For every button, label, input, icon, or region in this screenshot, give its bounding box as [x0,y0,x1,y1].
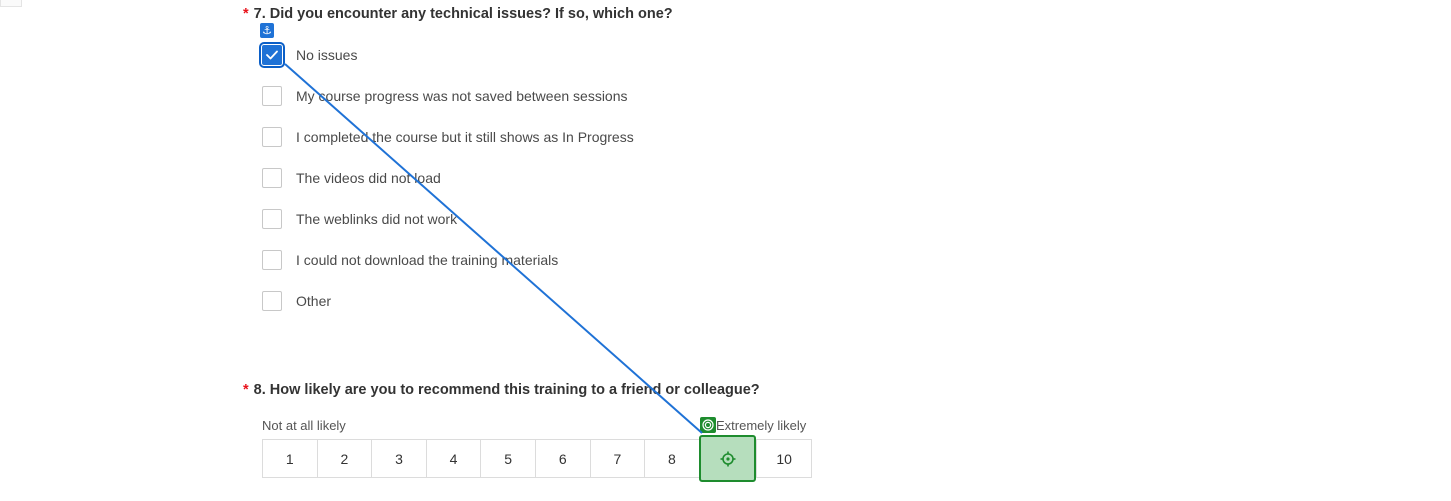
option-label: The videos did not load [296,170,441,186]
checkbox[interactable] [262,86,282,106]
option-label: No issues [296,47,358,63]
option-weblinks-not-work[interactable]: The weblinks did not work [262,208,457,230]
target-icon [700,417,716,433]
scale-option-6[interactable]: 6 [534,439,590,478]
required-mark: * [243,6,249,22]
corner-frame [0,0,22,7]
option-label: The weblinks did not work [296,211,458,227]
scale-option-1[interactable]: 1 [262,439,317,478]
scale-low-label: Not at all likely [262,418,346,433]
scale-option-7[interactable]: 7 [589,439,645,478]
required-mark: * [243,382,249,398]
scale-option-10[interactable]: 10 [756,439,812,478]
question-7-text: 7. Did you encounter any technical issue… [253,6,673,22]
question-8-title: * 8. How likely are you to recommend this… [243,382,760,398]
option-label: I could not download the training materi… [296,252,559,268]
option-label: Other [296,293,332,309]
option-progress-not-saved[interactable]: My course progress was not saved between… [262,85,628,107]
option-label: I completed the course but it still show… [296,129,634,145]
scale-option-5[interactable]: 5 [480,439,535,478]
anchor-icon: ⚓ [260,23,274,38]
checkbox[interactable] [262,127,282,147]
checkmark-icon [266,50,278,60]
target-circle-icon [702,419,714,431]
option-no-issues[interactable]: No issues [259,42,358,68]
option-still-in-progress[interactable]: I completed the course but it still show… [262,126,634,148]
scale-option-9-target[interactable] [698,435,757,482]
checkbox[interactable] [262,250,282,270]
scale-high-label: Extremely likely [716,418,807,433]
scale-option-2[interactable]: 2 [316,439,372,478]
checkbox[interactable] [262,291,282,311]
crosshair-icon [720,451,736,466]
option-videos-not-load[interactable]: The videos did not load [262,167,441,189]
question-7-title: * 7. Did you encounter any technical issu… [243,6,673,22]
option-other[interactable]: Other [262,290,331,312]
checkbox-checked[interactable] [259,42,285,68]
option-label: My course progress was not saved between… [296,88,628,104]
scale-option-4[interactable]: 4 [425,439,481,478]
scale-option-8[interactable]: 8 [644,439,699,478]
question-8-text: 8. How likely are you to recommend this … [253,382,760,398]
nps-scale: 1 2 3 4 5 6 7 8 10 [262,435,812,482]
option-download-materials[interactable]: I could not download the training materi… [262,249,558,271]
checkbox[interactable] [262,168,282,188]
scale-option-3[interactable]: 3 [371,439,426,478]
checkbox[interactable] [262,209,282,229]
